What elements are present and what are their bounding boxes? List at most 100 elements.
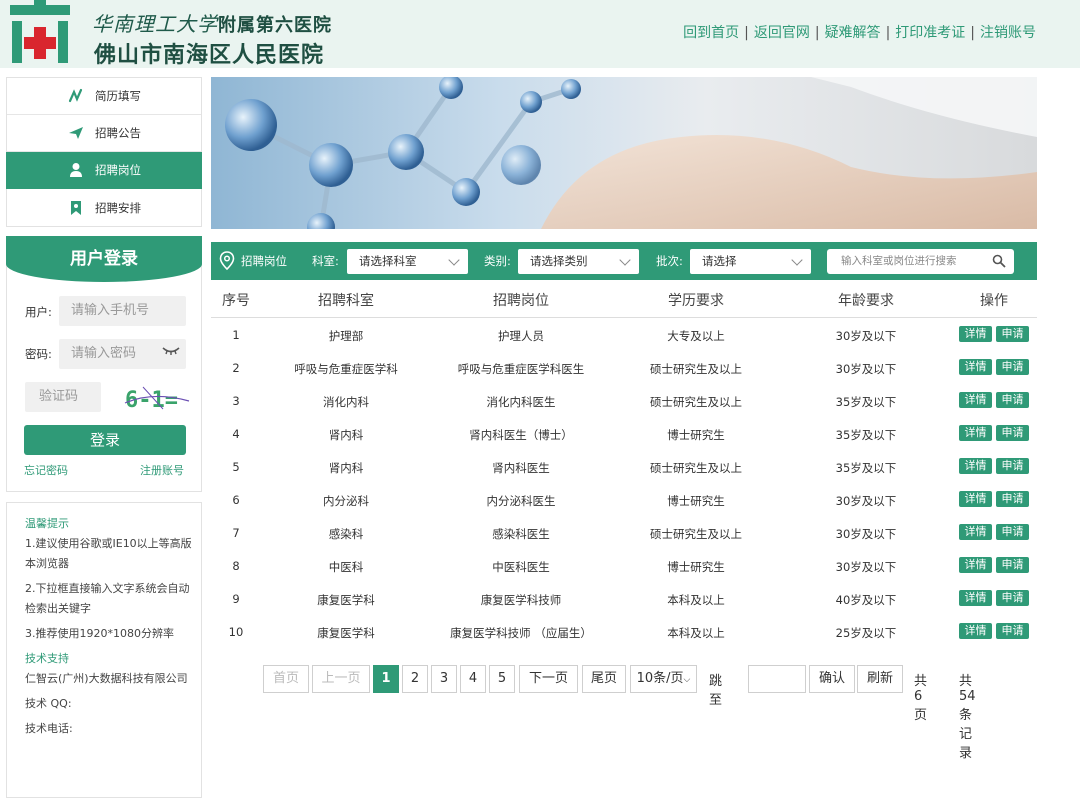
apply-button[interactable]: 申请 — [996, 524, 1029, 540]
row-actions: 详情 申请 — [951, 326, 1037, 342]
page-size-select[interactable]: 10条/页⌵ — [630, 665, 697, 693]
captcha-input[interactable]: 验证码 — [25, 382, 101, 412]
total-records: 共54条记录 — [959, 674, 976, 761]
support-company: 仁智云(广州)大数据科技有限公司 — [25, 672, 188, 685]
row-education: 本科及以上 — [667, 626, 725, 640]
prev-page-button[interactable]: 上一页 — [312, 665, 370, 693]
detail-button[interactable]: 详情 — [959, 524, 992, 540]
page-3-button[interactable]: 3 — [431, 665, 457, 693]
apply-button[interactable]: 申请 — [996, 623, 1029, 639]
chevron-down-icon: ⌵ — [683, 675, 691, 685]
nav-logout-link[interactable]: 注销账号 — [980, 25, 1036, 41]
plane-icon — [67, 124, 85, 142]
hospital-logo — [10, 0, 70, 63]
table-row: 6 内分泌科 内分泌科医生 博士研究生 30岁及以下 详情 申请 — [211, 483, 1037, 516]
row-number: 10 — [228, 625, 244, 639]
filter-title-group: 招聘岗位 — [219, 242, 287, 280]
login-button[interactable]: 登录 — [24, 425, 186, 455]
refresh-button[interactable]: 刷新 — [857, 665, 903, 693]
dept-filter-label: 科室: — [312, 254, 339, 268]
row-position: 肾内科医生（博士） — [469, 428, 573, 442]
row-dept: 消化内科 — [323, 395, 369, 409]
user-label: 用户: — [25, 305, 52, 319]
apply-button[interactable]: 申请 — [996, 491, 1029, 507]
detail-button[interactable]: 详情 — [959, 359, 992, 375]
row-dept: 中医科 — [328, 560, 364, 574]
sidebar-item-positions[interactable]: 招聘岗位 — [6, 152, 202, 189]
sidebar-item-resume[interactable]: 简历填写 — [7, 78, 201, 115]
table-row: 10 康复医学科 康复医学科技师 （应届生） 本科及以上 25岁及以下 详情 申请 — [211, 615, 1037, 648]
page-size-value: 10条/页 — [636, 671, 684, 686]
nav-home-link[interactable]: 回到首页 — [683, 25, 739, 41]
detail-button[interactable]: 详情 — [959, 392, 992, 408]
positions-table: 序号 招聘科室 招聘岗位 学历要求 年龄要求 操作 1 护理部 护理人员 大专及以上 3… — [211, 280, 1037, 648]
row-education: 博士研究生 — [667, 494, 725, 508]
nav-print-ticket-link[interactable]: 打印准考证 — [895, 25, 965, 41]
row-education: 本科及以上 — [667, 593, 725, 607]
row-position: 消化内科医生 — [486, 395, 556, 409]
next-page-button[interactable]: 下一页 — [519, 665, 578, 693]
table-row: 2 呼吸与危重症医学科 呼吸与危重症医学科医生 硕士研究生及以上 30岁及以下 详情 申请 — [211, 351, 1037, 384]
apply-button[interactable]: 申请 — [996, 557, 1029, 573]
filter-bar: 招聘岗位 科室: 请选择科室 类别: 请选择类别 批次: 请选择 输入科室或岗位… — [211, 242, 1037, 280]
row-dept: 康复医学科 — [317, 626, 375, 640]
search-icon[interactable] — [992, 253, 1006, 278]
filter-title: 招聘岗位 — [241, 254, 287, 268]
captcha-image[interactable]: 6-1= — [123, 383, 191, 413]
jump-confirm-button[interactable]: 确认 — [809, 665, 855, 693]
row-number: 2 — [232, 361, 240, 375]
jump-page-input[interactable] — [748, 665, 806, 693]
detail-button[interactable]: 详情 — [959, 623, 992, 639]
pen-icon — [67, 87, 85, 105]
password-input[interactable]: 请输入密码 — [59, 339, 186, 369]
dept-select[interactable]: 请选择科室 — [347, 249, 468, 274]
nav-official-site-link[interactable]: 返回官网 — [754, 25, 810, 41]
sidebar-item-announcement[interactable]: 招聘公告 — [7, 115, 201, 152]
row-position: 护理人员 — [498, 329, 544, 343]
detail-button[interactable]: 详情 — [959, 458, 992, 474]
register-link[interactable]: 注册账号 — [140, 462, 184, 478]
page-5-button[interactable]: 5 — [489, 665, 515, 693]
person-icon — [67, 161, 85, 179]
detail-button[interactable]: 详情 — [959, 491, 992, 507]
phone-input[interactable]: 请输入手机号 — [59, 296, 186, 326]
password-label: 密码: — [25, 347, 52, 361]
support-qq: 技术 QQ: — [25, 697, 72, 710]
table-row: 1 护理部 护理人员 大专及以上 30岁及以下 详情 申请 — [211, 318, 1037, 351]
detail-button[interactable]: 详情 — [959, 425, 992, 441]
show-password-icon[interactable] — [162, 339, 180, 369]
apply-button[interactable]: 申请 — [996, 590, 1029, 606]
apply-button[interactable]: 申请 — [996, 425, 1029, 441]
sidebar-item-schedule[interactable]: 招聘安排 — [7, 189, 201, 226]
nav-faq-link[interactable]: 疑难解答 — [825, 25, 881, 41]
tips-panel: 温馨提示 1.建议使用谷歌或IE10以上等高版本浏览器 2.下拉框直接输入文字系… — [6, 502, 202, 798]
row-position: 康复医学科技师 — [480, 593, 562, 607]
batch-select[interactable]: 请选择 — [690, 249, 811, 274]
site-header: 华南理工大学附属第六医院 佛山市南海区人民医院 回到首页 | 返回官网 | 疑难解答 | 打… — [0, 0, 1080, 68]
password-placeholder: 请输入密码 — [71, 346, 137, 361]
first-page-button[interactable]: 首页 — [263, 665, 309, 693]
apply-button[interactable]: 申请 — [996, 458, 1029, 474]
page-1-button[interactable]: 1 — [373, 665, 399, 693]
apply-button[interactable]: 申请 — [996, 359, 1029, 375]
row-age: 30岁及以下 — [835, 527, 897, 541]
row-actions: 详情 申请 — [951, 623, 1037, 639]
detail-button[interactable]: 详情 — [959, 326, 992, 342]
row-dept: 护理部 — [328, 329, 364, 343]
search-input[interactable]: 输入科室或岗位进行搜索 — [827, 249, 1014, 274]
category-select[interactable]: 请选择类别 — [518, 249, 639, 274]
row-actions: 详情 申请 — [951, 590, 1037, 606]
row-actions: 详情 申请 — [951, 458, 1037, 474]
last-page-button[interactable]: 尾页 — [582, 665, 626, 693]
row-education: 硕士研究生及以上 — [650, 461, 742, 475]
page-4-button[interactable]: 4 — [460, 665, 486, 693]
detail-button[interactable]: 详情 — [959, 590, 992, 606]
apply-button[interactable]: 申请 — [996, 326, 1029, 342]
forgot-password-link[interactable]: 忘记密码 — [24, 462, 68, 478]
detail-button[interactable]: 详情 — [959, 557, 992, 573]
sidebar-item-label: 招聘岗位 — [95, 163, 141, 177]
page-2-button[interactable]: 2 — [402, 665, 428, 693]
row-education: 硕士研究生及以上 — [650, 362, 742, 376]
row-education: 博士研究生 — [667, 428, 725, 442]
apply-button[interactable]: 申请 — [996, 392, 1029, 408]
